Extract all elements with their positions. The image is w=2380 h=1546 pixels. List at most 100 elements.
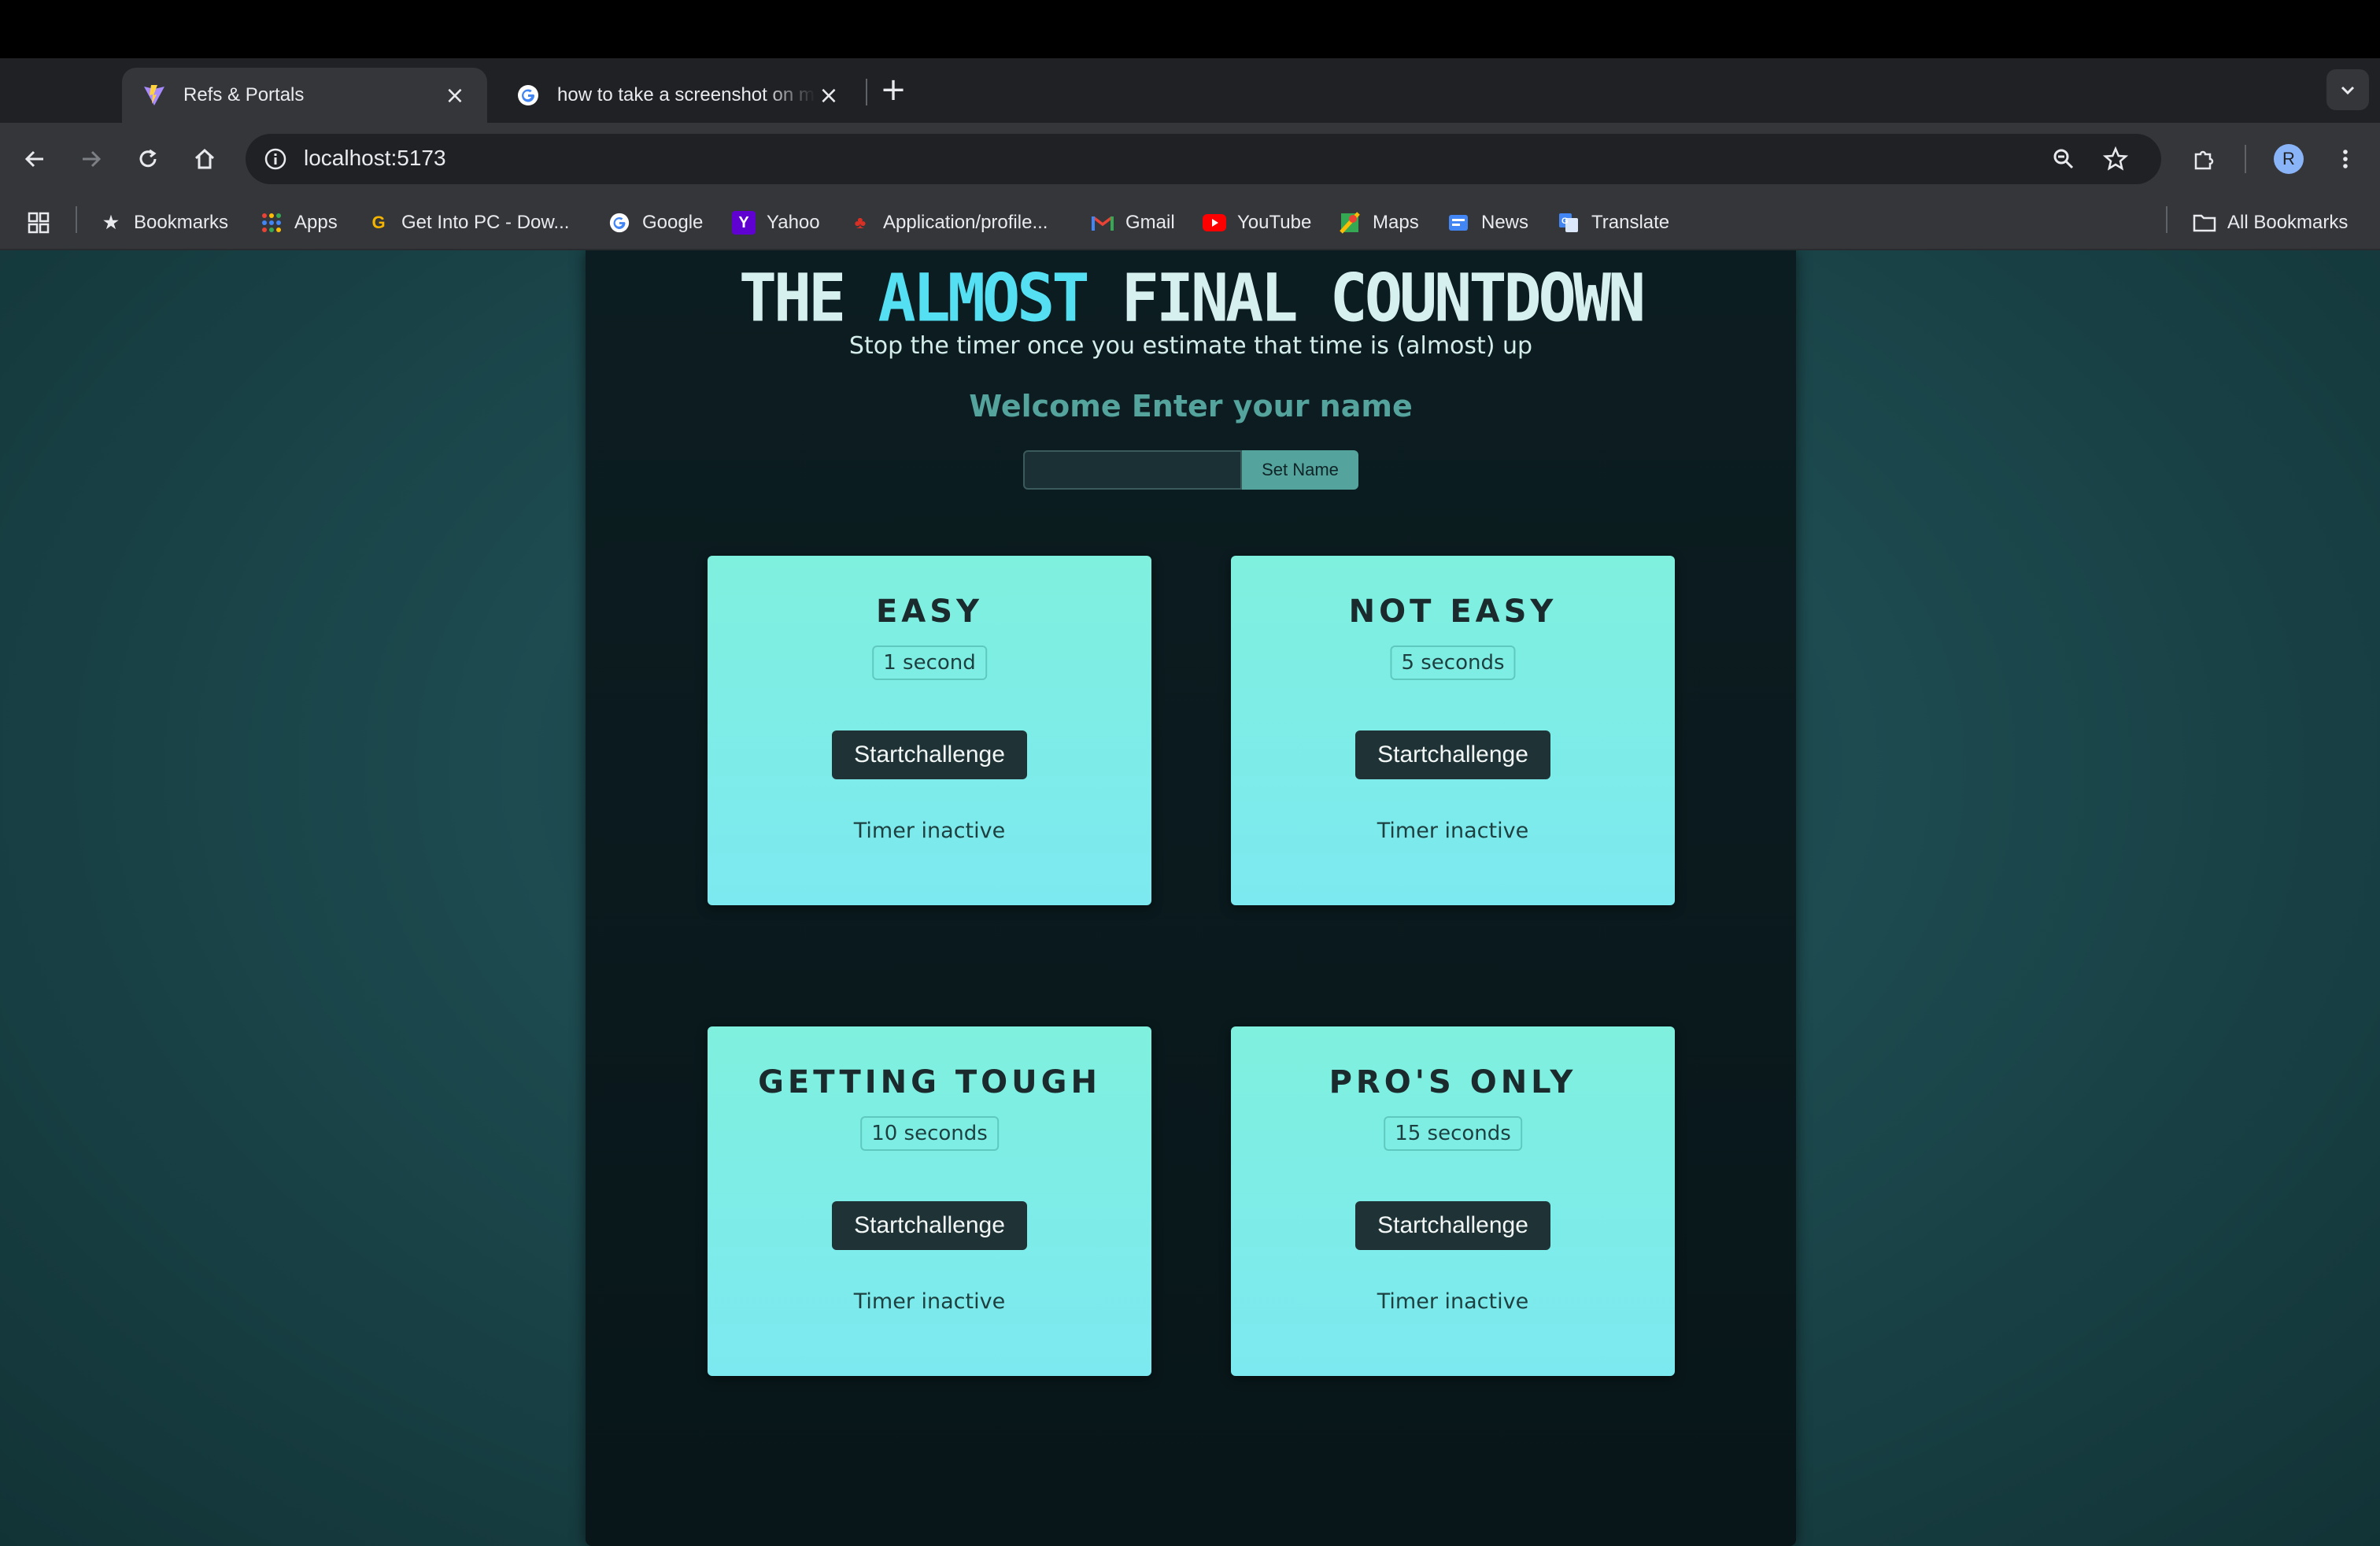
name-form: Set Name bbox=[1023, 450, 1358, 490]
apps-launcher-button[interactable] bbox=[27, 206, 50, 239]
star-icon: ★ bbox=[103, 213, 119, 232]
g-letter-icon: G bbox=[371, 213, 386, 232]
vite-icon bbox=[141, 82, 168, 109]
challenge-card-pros-only: PRO'S ONLY 15 seconds Startchallenge Tim… bbox=[1231, 1026, 1675, 1376]
chevron-down-icon bbox=[2341, 86, 2355, 95]
bookmark-label: Application/profile... bbox=[883, 212, 1048, 233]
url-text[interactable]: localhost:5173 bbox=[304, 146, 446, 171]
close-icon[interactable]: × bbox=[442, 82, 468, 109]
menu-button[interactable] bbox=[2325, 139, 2366, 179]
start-challenge-button[interactable]: Startchallenge bbox=[1355, 1201, 1550, 1250]
bookmark-label: Get Into PC - Dow... bbox=[401, 212, 570, 233]
bookmarks-divider bbox=[2166, 206, 2168, 233]
tab-refs-portals[interactable]: Refs & Portals × bbox=[122, 68, 487, 123]
bookmark-label: News bbox=[1481, 212, 1529, 233]
reload-icon bbox=[139, 149, 157, 168]
gmail-icon bbox=[1091, 211, 1114, 235]
tab-title: how to take a screenshot on mac bbox=[557, 84, 815, 105]
extensions-button[interactable] bbox=[2183, 139, 2224, 179]
zoom-icon[interactable] bbox=[2048, 143, 2079, 175]
set-name-button[interactable]: Set Name bbox=[1242, 450, 1358, 490]
tab-strip: Refs & Portals × how to take a screensho… bbox=[0, 58, 2380, 123]
avatar: R bbox=[2274, 144, 2304, 174]
bookmark-label: All Bookmarks bbox=[2227, 212, 2349, 233]
page-title: THE ALMOST FINAL COUNTDOWN bbox=[586, 260, 1796, 337]
welcome-heading: Welcome Enter your name bbox=[969, 389, 1413, 423]
bookmark-application-profile[interactable]: ♣ Application/profile... bbox=[848, 206, 1048, 239]
news-icon bbox=[1447, 211, 1470, 235]
title-part-1: THE bbox=[738, 259, 846, 337]
start-challenge-button[interactable]: Startchallenge bbox=[1355, 730, 1550, 779]
home-button[interactable] bbox=[184, 139, 225, 179]
bookmark-gmail[interactable]: Gmail bbox=[1091, 206, 1175, 239]
timer-status: Timer inactive bbox=[853, 1289, 1006, 1314]
bookmark-google[interactable]: Google bbox=[608, 206, 703, 239]
start-challenge-button[interactable]: Startchallenge bbox=[832, 730, 1027, 779]
translate-icon: G bbox=[1557, 211, 1580, 235]
bookmark-maps[interactable]: Maps bbox=[1338, 206, 1419, 239]
youtube-icon bbox=[1203, 211, 1226, 235]
more-vertical-icon bbox=[2343, 150, 2348, 168]
bookmark-label: Apps bbox=[294, 212, 338, 233]
system-top-bar bbox=[0, 0, 2380, 58]
arrow-right-icon bbox=[83, 150, 102, 168]
address-bar[interactable]: localhost:5173 bbox=[246, 134, 2161, 184]
home-icon bbox=[194, 148, 215, 169]
bookmark-label: Maps bbox=[1373, 212, 1419, 233]
tab-google-search[interactable]: how to take a screenshot on mac × bbox=[496, 68, 861, 123]
name-input[interactable] bbox=[1023, 450, 1242, 490]
bookmarks-divider bbox=[76, 206, 77, 233]
grid-icon bbox=[28, 212, 50, 234]
site-info-icon[interactable] bbox=[261, 145, 290, 173]
challenge-card-not-easy: NOT EASY 5 seconds Startchallenge Timer … bbox=[1231, 556, 1675, 905]
tab-search-button[interactable] bbox=[2326, 69, 2369, 110]
forward-button[interactable] bbox=[71, 139, 112, 179]
challenge-title: NOT EASY bbox=[1348, 594, 1558, 630]
bookmark-apps[interactable]: Apps bbox=[260, 206, 338, 239]
challenge-time-badge: 5 seconds bbox=[1390, 645, 1516, 680]
challenge-title: PRO'S ONLY bbox=[1329, 1064, 1577, 1100]
folder-icon bbox=[2193, 211, 2216, 235]
bookmark-get-into-pc[interactable]: G Get Into PC - Dow... bbox=[367, 206, 569, 239]
close-icon[interactable]: × bbox=[815, 82, 842, 109]
tab-separator bbox=[866, 79, 867, 105]
toolbar-divider bbox=[2245, 145, 2246, 173]
maps-icon bbox=[1338, 211, 1362, 235]
challenge-card-getting-tough: GETTING TOUGH 10 seconds Startchallenge … bbox=[708, 1026, 1151, 1376]
browser-toolbar: localhost:5173 R bbox=[0, 123, 2380, 195]
challenge-card-easy: EASY 1 second Startchallenge Timer inact… bbox=[708, 556, 1151, 905]
main-content: THE ALMOST FINAL COUNTDOWN Stop the time… bbox=[586, 250, 1796, 1546]
challenge-time-badge: 1 second bbox=[872, 645, 987, 680]
apps-grid-icon bbox=[260, 211, 283, 235]
reload-button[interactable] bbox=[128, 139, 168, 179]
bookmark-yahoo[interactable]: Y Yahoo bbox=[732, 206, 820, 239]
timer-status: Timer inactive bbox=[1377, 1289, 1529, 1314]
puzzle-icon bbox=[2194, 150, 2214, 170]
timer-status: Timer inactive bbox=[1377, 819, 1529, 843]
new-tab-button[interactable]: + bbox=[878, 72, 909, 110]
challenge-title: EASY bbox=[875, 594, 984, 630]
bookmarks-bar: ★ Bookmarks Apps G Get Into PC - Dow... … bbox=[0, 195, 2380, 250]
bookmark-label: Google bbox=[642, 212, 704, 233]
page-subtitle: Stop the timer once you estimate that ti… bbox=[848, 332, 1533, 360]
maple-leaf-icon: ♣ bbox=[854, 213, 867, 232]
title-accent: ALMOST bbox=[878, 259, 1090, 337]
challenge-title: GETTING TOUGH bbox=[758, 1064, 1101, 1100]
profile-button[interactable]: R bbox=[2268, 139, 2309, 179]
page-viewport: THE ALMOST FINAL COUNTDOWN Stop the time… bbox=[0, 250, 2380, 1546]
bookmark-star-icon[interactable] bbox=[2100, 143, 2131, 175]
bookmark-translate[interactable]: G Translate bbox=[1557, 206, 1669, 239]
all-bookmarks-button[interactable]: All Bookmarks bbox=[2193, 206, 2348, 239]
start-challenge-button[interactable]: Startchallenge bbox=[832, 1201, 1027, 1250]
arrow-left-icon bbox=[24, 150, 43, 168]
bookmark-label: Translate bbox=[1591, 212, 1670, 233]
back-button[interactable] bbox=[14, 139, 55, 179]
bookmark-bookmarks[interactable]: ★ Bookmarks bbox=[99, 206, 228, 239]
challenge-time-badge: 10 seconds bbox=[860, 1116, 999, 1151]
bookmark-news[interactable]: News bbox=[1447, 206, 1528, 239]
challenge-time-badge: 15 seconds bbox=[1384, 1116, 1522, 1151]
bookmark-youtube[interactable]: YouTube bbox=[1203, 206, 1311, 239]
bookmark-label: YouTube bbox=[1237, 212, 1312, 233]
svg-text:G: G bbox=[1561, 216, 1569, 226]
google-icon bbox=[515, 82, 541, 109]
